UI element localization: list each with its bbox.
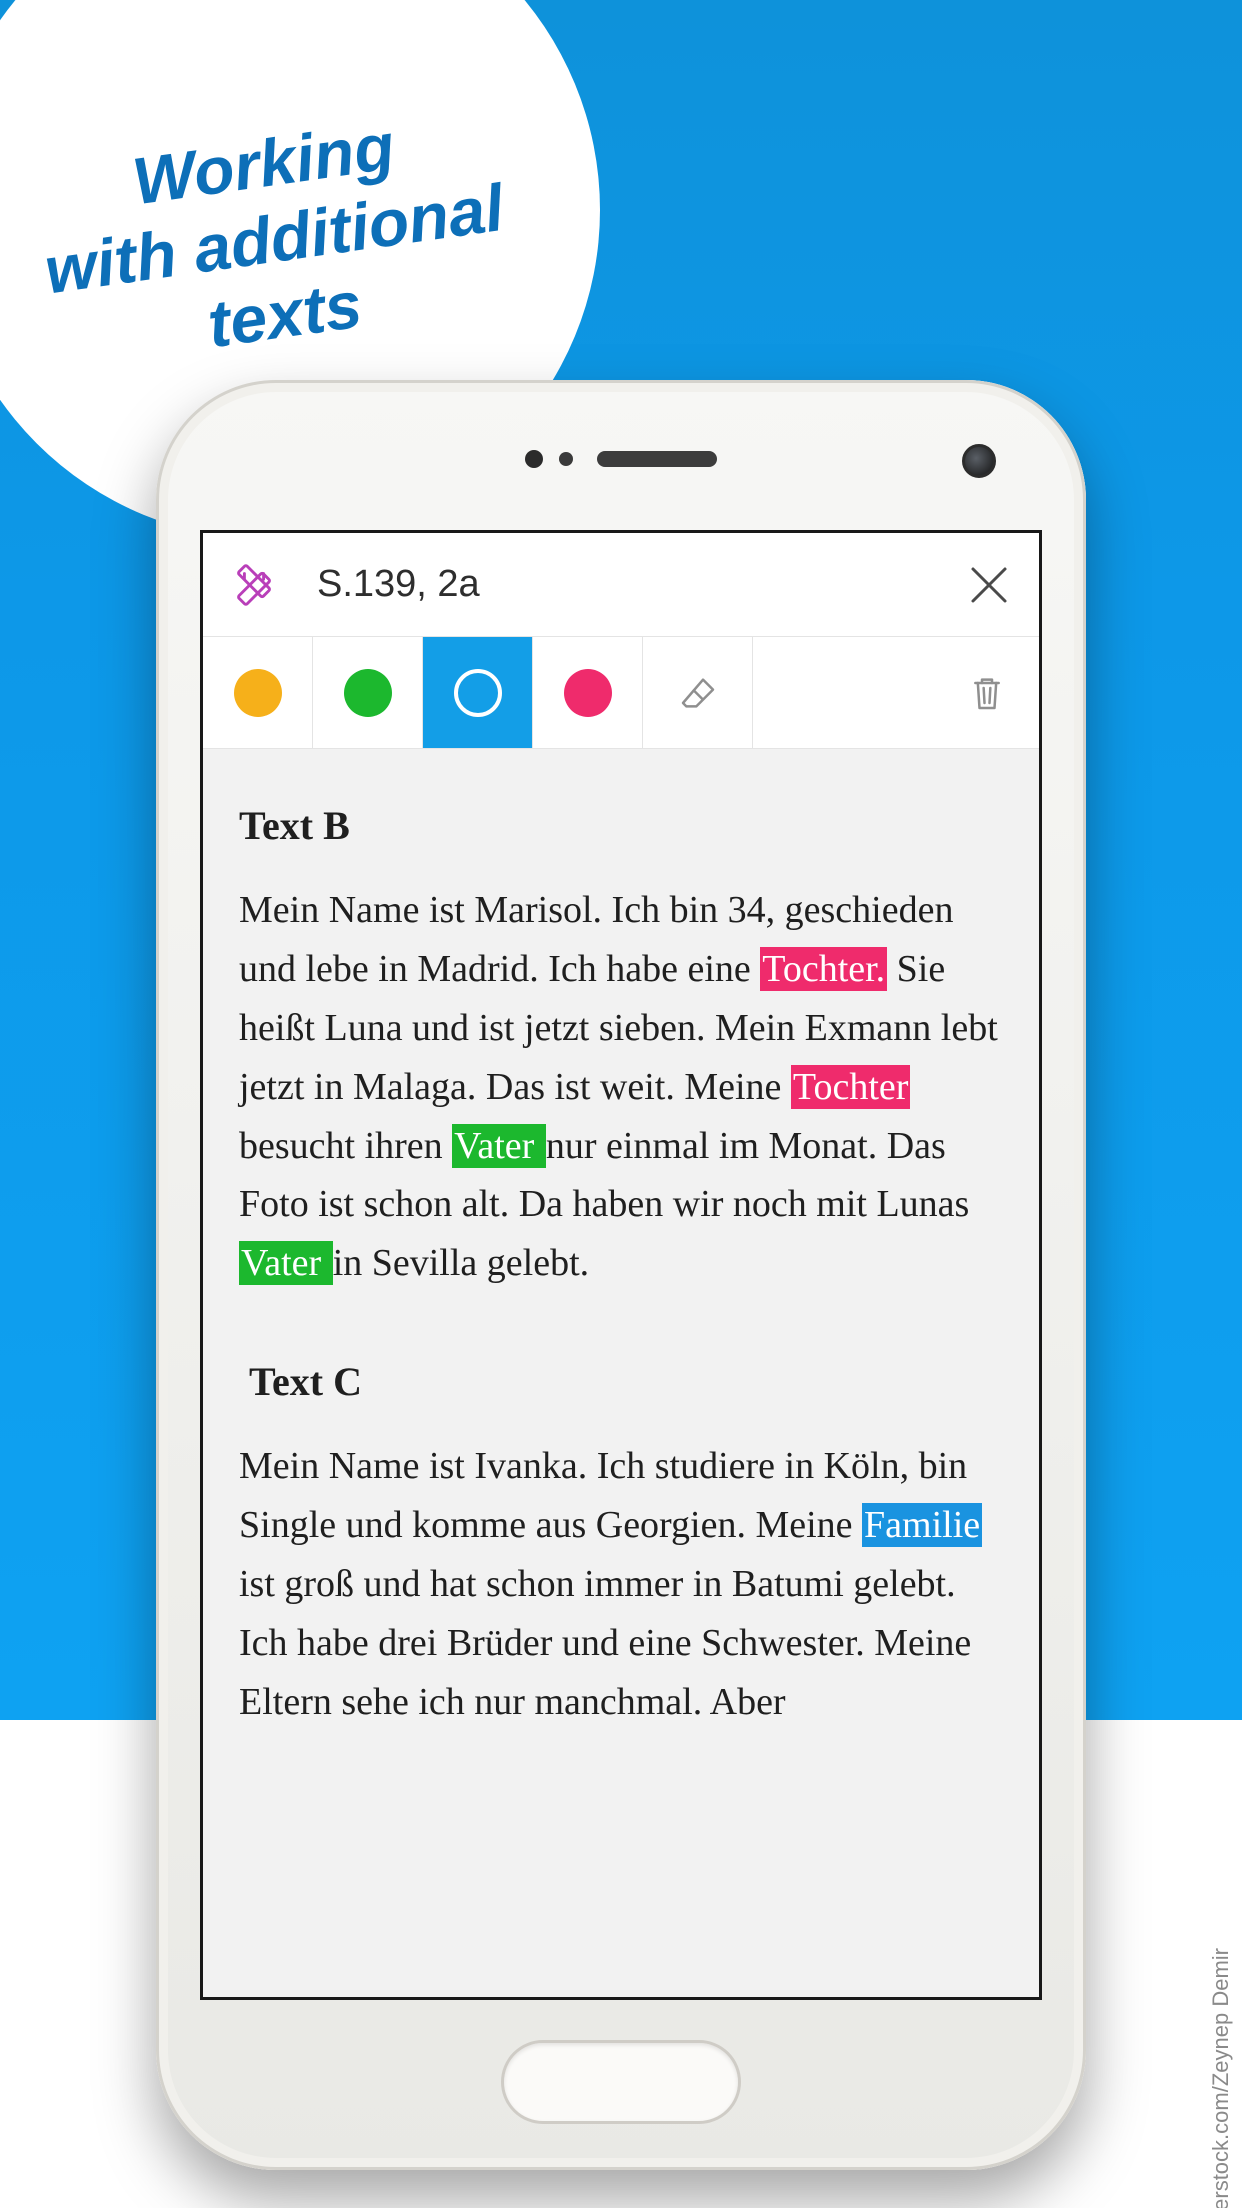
phone-home-button[interactable]	[501, 2040, 741, 2124]
color-blue[interactable]	[423, 637, 533, 748]
heading-text-b: Text B	[239, 795, 1003, 857]
color-pink[interactable]	[533, 637, 643, 748]
topbar: S.139, 2a	[203, 533, 1039, 637]
tools-icon[interactable]	[231, 562, 277, 608]
highlight-pink[interactable]: Tochter.	[760, 947, 887, 991]
trash-icon	[967, 673, 1007, 713]
phone-speaker	[156, 450, 1086, 468]
paragraph-text-c[interactable]: Mein Name ist Ivanka. Ich studiere in Kö…	[239, 1437, 1003, 1731]
highlight-green[interactable]: Vater	[239, 1241, 333, 1285]
highlight-green[interactable]: Vater	[452, 1124, 546, 1168]
swatch-green	[344, 669, 392, 717]
trash-button[interactable]	[935, 637, 1039, 748]
text-content[interactable]: Text B Mein Name ist Marisol. Ich bin 34…	[203, 749, 1039, 1997]
heading-text-c: Text C	[239, 1351, 1003, 1413]
app-screen: S.139, 2a	[200, 530, 1042, 2000]
page-title: S.139, 2a	[277, 563, 967, 606]
highlight-pink[interactable]: Tochter	[791, 1065, 911, 1109]
phone-frame: S.139, 2a	[156, 380, 1086, 2170]
eraser-button[interactable]	[643, 637, 753, 748]
eraser-icon	[678, 673, 718, 713]
phone-camera	[962, 444, 996, 478]
close-icon[interactable]	[967, 563, 1011, 607]
color-green[interactable]	[313, 637, 423, 748]
swatch-blue	[454, 669, 502, 717]
image-credit: Shutterstock.com/Zeynep Demir	[1208, 1948, 1234, 2208]
paragraph-text-b[interactable]: Mein Name ist Marisol. Ich bin 34, gesch…	[239, 881, 1003, 1293]
promo-headline: Workingwith additionaltexts	[30, 95, 519, 385]
highlight-blue[interactable]: Familie	[862, 1503, 982, 1547]
swatch-yellow	[234, 669, 282, 717]
color-yellow[interactable]	[203, 637, 313, 748]
swatch-pink	[564, 669, 612, 717]
highlight-toolbar	[203, 637, 1039, 749]
